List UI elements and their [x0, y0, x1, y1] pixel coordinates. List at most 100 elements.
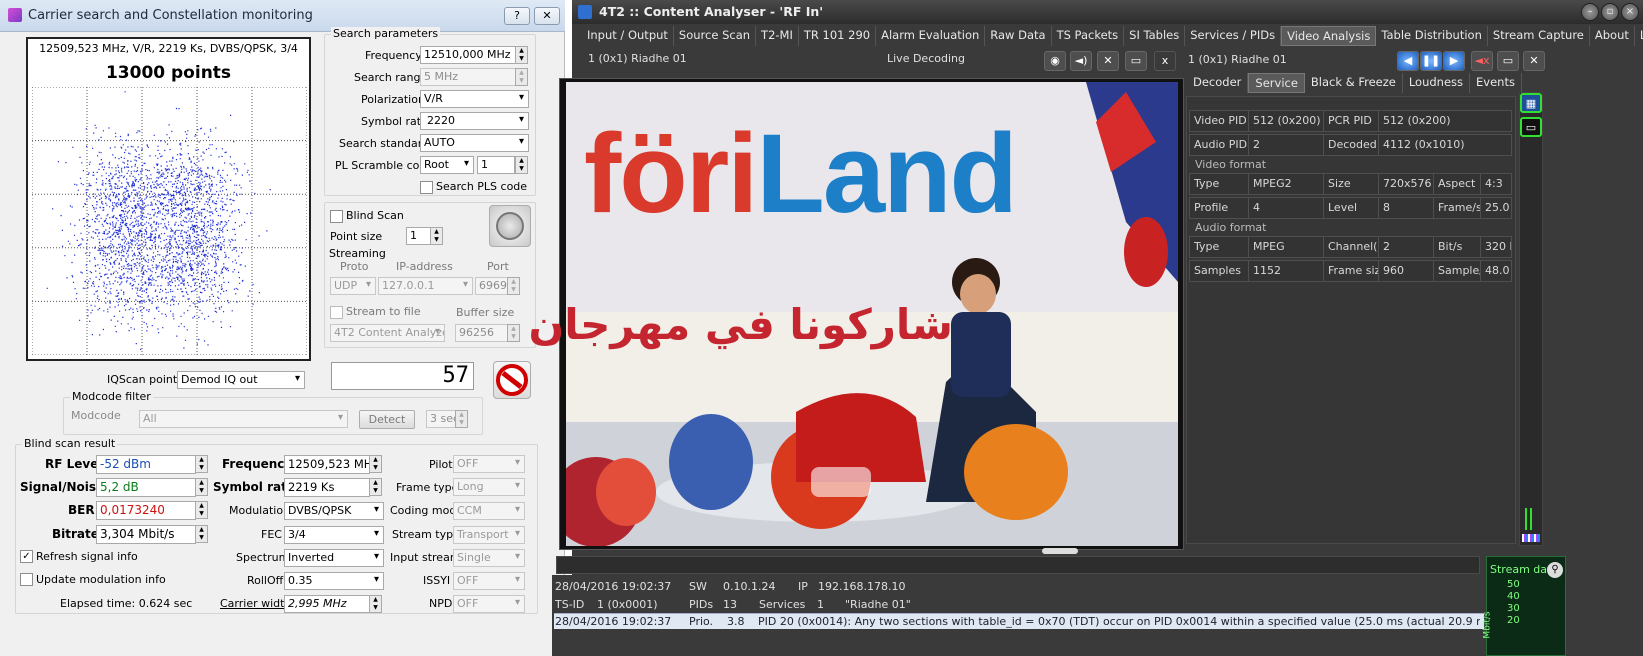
stream-to-file-checkbox[interactable] [330, 306, 343, 319]
symbol-rate-select[interactable]: 2220 [420, 112, 529, 130]
signal-noise-spinner[interactable]: ▲ ▼ [195, 478, 208, 496]
search-pls-checkbox[interactable] [420, 181, 433, 194]
minimize-button[interactable]: – [1581, 3, 1599, 21]
ber-spinner[interactable]: ▲ ▼ [195, 501, 208, 519]
subtab-events[interactable]: Events [1470, 73, 1522, 93]
detect-seconds-spinner[interactable]: ▲ ▼ [455, 410, 468, 428]
tools-button[interactable]: ✕ [1097, 51, 1119, 71]
panel-splitter[interactable] [1042, 548, 1078, 554]
pl-scramble-input[interactable]: 1 [477, 156, 515, 174]
buffer-size-spinner[interactable]: ▲ ▼ [507, 324, 520, 342]
tab-t2-mi[interactable]: T2-MI [756, 26, 799, 46]
update-modulation-checkbox[interactable] [20, 573, 33, 586]
buffer-size-input[interactable]: 96256 [455, 324, 508, 342]
pl-scramble-mode-select[interactable]: Root [420, 156, 474, 174]
buffer-size-label: Buffer size [456, 306, 515, 319]
globe-button[interactable] [489, 205, 531, 247]
tab-video-analysis[interactable]: Video Analysis [1281, 26, 1377, 46]
point-size-spinner[interactable]: ▲ ▼ [430, 227, 443, 245]
search-standard-select[interactable]: AUTO [420, 134, 529, 152]
pause-button[interactable]: ❚❚ [1420, 51, 1442, 71]
play-icon: ▶ [1449, 54, 1459, 67]
subtab-black-freeze[interactable]: Black & Freeze [1305, 73, 1403, 93]
detect-seconds-input[interactable]: 3 sec [426, 410, 456, 428]
tab-si-tables[interactable]: SI Tables [1124, 26, 1186, 46]
tab-source-scan[interactable]: Source Scan [674, 26, 757, 46]
pilot-select[interactable]: OFF [453, 455, 525, 473]
tab-raw-data[interactable]: Raw Data [985, 26, 1052, 46]
close-button[interactable]: ✕ [534, 7, 560, 25]
mute-button[interactable]: ◄x [1471, 51, 1493, 71]
maximize-button[interactable]: ▫ [1601, 3, 1619, 21]
play-button[interactable]: ▶ [1443, 51, 1465, 71]
modulation-select[interactable]: DVBS/QPSK [284, 502, 384, 520]
port-input[interactable]: 6969 [475, 277, 508, 295]
display-button[interactable]: ▭ [1125, 51, 1147, 71]
video-format-legend: Video format [1195, 158, 1267, 171]
detect-button[interactable]: Detect [359, 410, 415, 429]
tab-table-distribution[interactable]: Table Distribution [1376, 26, 1488, 46]
modcode-select[interactable]: All [139, 410, 348, 428]
view-toggle-1[interactable]: ▦ [1520, 93, 1542, 113]
carrier-width-spinner[interactable]: ▲ ▼ [369, 595, 382, 613]
subtab-service[interactable]: Service [1248, 73, 1305, 93]
view-toggle-2[interactable]: ▭ [1520, 117, 1542, 137]
tab-alarm-evaluation[interactable]: Alarm Evaluation [876, 26, 986, 46]
polarization-label: Polarization [361, 93, 425, 106]
ip-address-select[interactable]: 127.0.0.1 [378, 277, 473, 295]
stream-search-button[interactable]: ⚲ [1547, 562, 1563, 578]
video-close-button[interactable]: x [1154, 51, 1176, 71]
input-stream-select[interactable]: Single [453, 549, 525, 567]
tab-stream-capture[interactable]: Stream Capture [1488, 26, 1590, 46]
subtab-loudness[interactable]: Loudness [1403, 73, 1471, 93]
frame-type-select[interactable]: Long [453, 478, 525, 496]
rf-level-spinner[interactable]: ▲ ▼ [195, 455, 208, 473]
tab-tr-101-290[interactable]: TR 101 290 [799, 26, 877, 46]
stream-type-select[interactable]: Transport [453, 526, 525, 544]
tab-services-pids[interactable]: Services / PIDs [1185, 26, 1282, 46]
tab-ts-packets[interactable]: TS Packets [1052, 26, 1125, 46]
frequency-input[interactable]: 12510,000 MHz [420, 46, 516, 64]
tab-about[interactable]: About [1590, 26, 1635, 46]
stream-target-select[interactable]: 4T2 Content Analyze [330, 324, 445, 342]
input-stream-label: Input stream [390, 551, 461, 564]
pl-scramble-spinner[interactable]: ▲ ▼ [515, 156, 528, 174]
port-spinner[interactable]: ▲ ▼ [507, 277, 520, 295]
bits-value: 320 kb/ [1480, 236, 1512, 258]
polarization-select[interactable]: V/R [420, 90, 529, 108]
prev-button[interactable]: ◀ [1397, 51, 1419, 71]
search-range-input[interactable]: 5 MHz [420, 68, 516, 86]
frequency-spinner[interactable]: ▲ ▼ [515, 46, 528, 64]
result-frequency-spinner[interactable]: ▲ ▼ [369, 455, 382, 473]
screenshot-button[interactable]: ◉ [1044, 51, 1066, 71]
stop-button[interactable] [493, 361, 531, 399]
update-modulation-label: Update modulation info [36, 573, 166, 586]
iqscan-select[interactable]: Demod IQ out [177, 371, 305, 389]
side-tools-button[interactable]: ✕ [1523, 51, 1545, 71]
rolloff-select[interactable]: 0.35 [284, 572, 384, 590]
coding-mode-select[interactable]: CCM [453, 502, 525, 520]
samples-value: 1152 [1248, 260, 1324, 282]
issyi-select[interactable]: OFF [453, 572, 525, 590]
audio-button[interactable]: ◄) [1070, 51, 1092, 71]
message-bar [556, 556, 1480, 574]
help-button[interactable]: ? [504, 7, 530, 25]
tab-input-output[interactable]: Input / Output [582, 26, 674, 46]
proto-select[interactable]: UDP [330, 277, 376, 295]
bitrate-spinner[interactable]: ▲ ▼ [195, 525, 208, 543]
fec-select[interactable]: 3/4 [284, 526, 384, 544]
video-pid-label: Video PID [1189, 110, 1249, 132]
monitor-icon: ▭ [1130, 54, 1142, 67]
blind-scan-checkbox[interactable] [330, 210, 343, 223]
search-range-spinner[interactable]: ▲ ▼ [515, 68, 528, 86]
npd-select[interactable]: OFF [453, 595, 525, 613]
spectrum-select[interactable]: Inverted [284, 549, 384, 567]
tab-log[interactable]: Log [1635, 26, 1643, 46]
point-size-input[interactable]: 1 [406, 227, 431, 245]
refresh-signal-checkbox[interactable]: ✓ [20, 550, 33, 563]
meter-ticks: 50 40 30 20 [1507, 580, 1547, 656]
subtab-decoder[interactable]: Decoder [1187, 73, 1249, 93]
result-symbol-rate-spinner[interactable]: ▲ ▼ [369, 478, 382, 496]
side-display-button[interactable]: ▭ [1497, 51, 1519, 71]
analyser-close-button[interactable]: × [1621, 3, 1639, 21]
